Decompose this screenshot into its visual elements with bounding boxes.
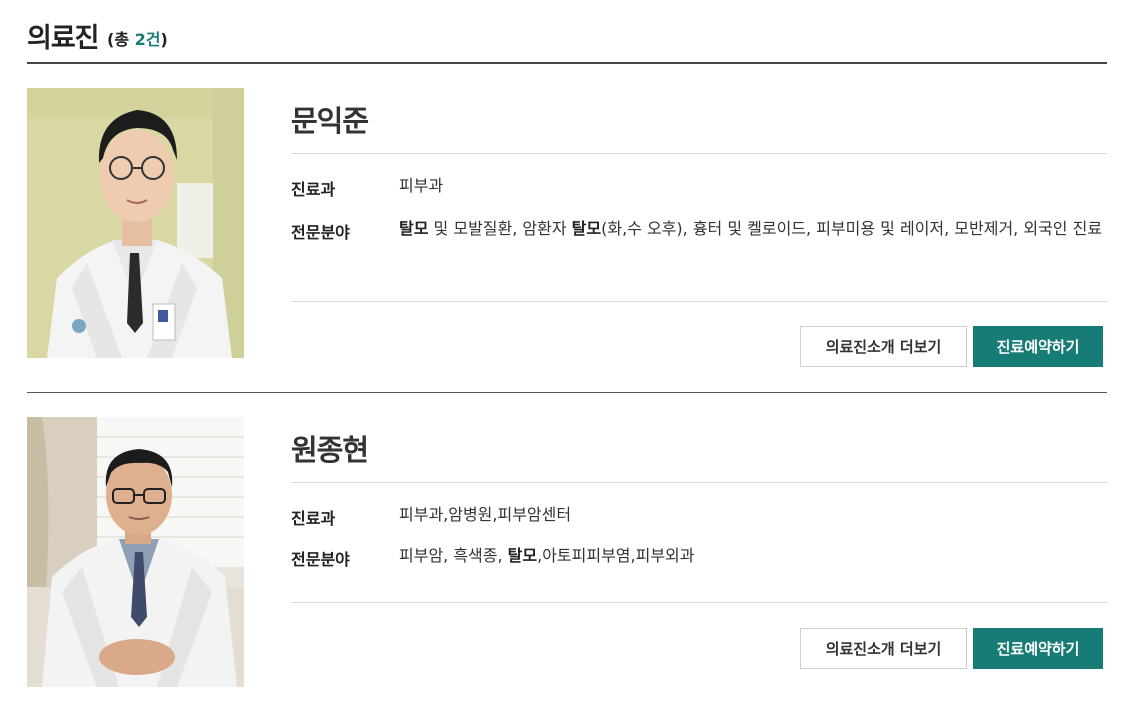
doctor-name: 원종현 — [291, 433, 369, 467]
specialty-label: 전문분야 — [291, 223, 350, 242]
dept-label: 진료과 — [291, 180, 336, 199]
specialty-text: (화,수 오후), 흉터 및 켈로이드, 피부미용 및 레이저, 모반제거, 외… — [601, 219, 1103, 238]
doctor-card: 문익준 진료과 피부과 전문분야 탈모 및 모발질환, 암환자 탈모(화,수 오… — [27, 88, 1107, 393]
divider — [291, 602, 1107, 603]
specialty-text: ,아토피피부염,피부외과 — [537, 546, 695, 565]
specialty-value: 탈모 및 모발질환, 암환자 탈모(화,수 오후), 흉터 및 켈로이드, 피부… — [399, 215, 1109, 243]
count-prefix: (총 — [107, 30, 135, 49]
doctor-photo — [27, 417, 244, 687]
count-suffix: ) — [160, 30, 168, 49]
result-count: (총 2건) — [107, 26, 168, 50]
specialty-highlight: 탈모 — [571, 219, 602, 238]
specialty-highlight: 탈모 — [399, 219, 429, 238]
divider — [291, 482, 1107, 483]
count-value: 2건 — [134, 30, 161, 49]
book-appointment-button[interactable]: 진료예약하기 — [973, 326, 1103, 367]
book-appointment-button[interactable]: 진료예약하기 — [973, 628, 1103, 669]
specialty-text: 및 모발질환, 암환자 — [428, 219, 572, 238]
doctor-more-button[interactable]: 의료진소개 더보기 — [800, 326, 967, 367]
specialty-highlight: 탈모 — [507, 546, 538, 565]
specialty-label: 전문분야 — [291, 550, 350, 569]
doctor-card: 원종현 진료과 피부과,암병원,피부암센터 전문분야 피부암, 흑색종, 탈모,… — [27, 417, 1107, 697]
doctor-name: 문익준 — [291, 104, 369, 138]
dept-label: 진료과 — [291, 509, 336, 528]
doctor-more-button[interactable]: 의료진소개 더보기 — [800, 628, 967, 669]
divider — [291, 153, 1107, 154]
divider — [291, 301, 1107, 302]
doctor-photo — [27, 88, 244, 358]
dept-value: 피부과 — [399, 176, 444, 195]
dept-value: 피부과,암병원,피부암센터 — [399, 505, 572, 524]
section-header: 의료진 (총 2건) — [27, 14, 1107, 64]
specialty-value: 피부암, 흑색종, 탈모,아토피피부염,피부외과 — [399, 542, 1109, 570]
specialty-text: 피부암, 흑색종, — [399, 546, 508, 565]
page-title: 의료진 — [27, 23, 100, 54]
